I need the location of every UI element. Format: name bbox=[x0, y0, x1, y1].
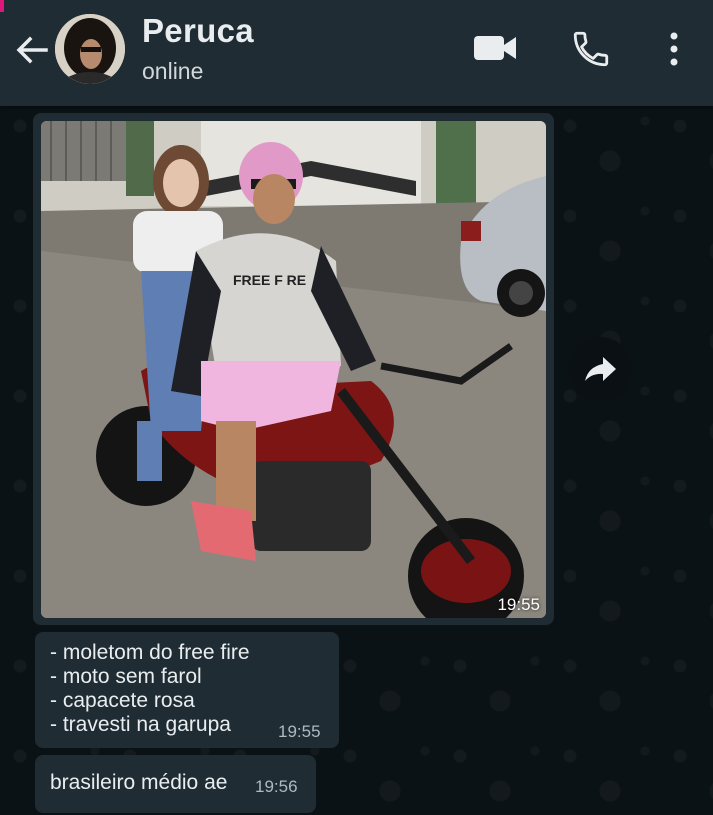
arrow-left-icon[interactable] bbox=[12, 30, 52, 70]
forward-share-icon bbox=[585, 357, 616, 381]
image-message-bubble: FREE F RE 19:55 bbox=[33, 113, 554, 625]
video-camera-icon[interactable] bbox=[472, 30, 518, 66]
photo-image: FREE F RE bbox=[41, 121, 546, 618]
message-photo[interactable]: FREE F RE bbox=[41, 121, 546, 618]
message-time: 19:56 bbox=[255, 777, 298, 796]
message-line: - capacete rosa bbox=[50, 689, 195, 712]
svg-text:FREE F RE: FREE F RE bbox=[233, 272, 306, 288]
message-time: 19:55 bbox=[278, 722, 321, 741]
phone-icon[interactable] bbox=[570, 28, 612, 70]
text-message-bubble: - moletom do free fire - moto sem farol … bbox=[35, 632, 339, 748]
forward-button[interactable] bbox=[568, 337, 632, 401]
contact-name[interactable]: Peruca bbox=[142, 12, 254, 50]
chat-header: Peruca online bbox=[0, 0, 713, 106]
avatar[interactable] bbox=[55, 14, 125, 84]
contact-status: online bbox=[142, 58, 204, 84]
message-line: - travesti na garupa bbox=[50, 713, 231, 736]
text-message-bubble: brasileiro médio ae 19:56 bbox=[35, 755, 316, 813]
avatar-image bbox=[55, 14, 125, 84]
status-indicator-mark bbox=[0, 0, 4, 12]
message-line: - moletom do free fire bbox=[50, 641, 250, 664]
message-line: - moto sem farol bbox=[50, 665, 202, 688]
message-time: 19:55 bbox=[497, 595, 540, 614]
message-line: brasileiro médio ae bbox=[50, 771, 228, 794]
more-vertical-icon[interactable] bbox=[662, 28, 686, 70]
